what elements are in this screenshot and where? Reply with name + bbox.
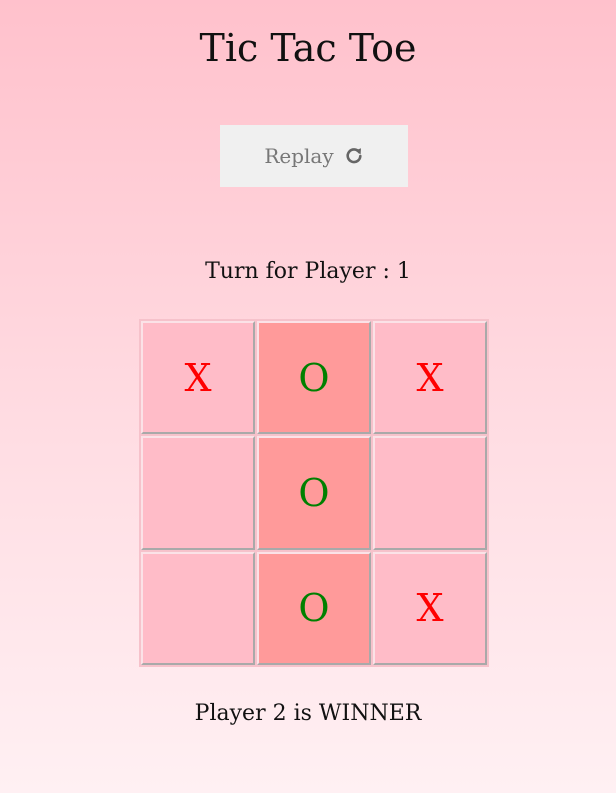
board-cell-6[interactable] bbox=[373, 436, 487, 550]
turn-indicator: Turn for Player : 1 bbox=[205, 259, 411, 284]
board-cell-2[interactable]: O bbox=[257, 321, 371, 435]
replay-button-label: Replay bbox=[264, 144, 334, 168]
page-title: Tic Tac Toe bbox=[199, 26, 417, 70]
board-cell-4[interactable] bbox=[141, 436, 255, 550]
game-board: X O X O O X bbox=[139, 319, 489, 667]
redo-icon bbox=[344, 146, 364, 166]
board-cell-3[interactable]: X bbox=[373, 321, 487, 435]
board-cell-8[interactable]: O bbox=[257, 551, 371, 665]
replay-button[interactable]: Replay bbox=[220, 125, 408, 187]
winner-message: Player 2 is WINNER bbox=[194, 701, 422, 726]
board-cell-5[interactable]: O bbox=[257, 436, 371, 550]
board-cell-7[interactable] bbox=[141, 551, 255, 665]
board-cell-9[interactable]: X bbox=[373, 551, 487, 665]
board-cell-1[interactable]: X bbox=[141, 321, 255, 435]
